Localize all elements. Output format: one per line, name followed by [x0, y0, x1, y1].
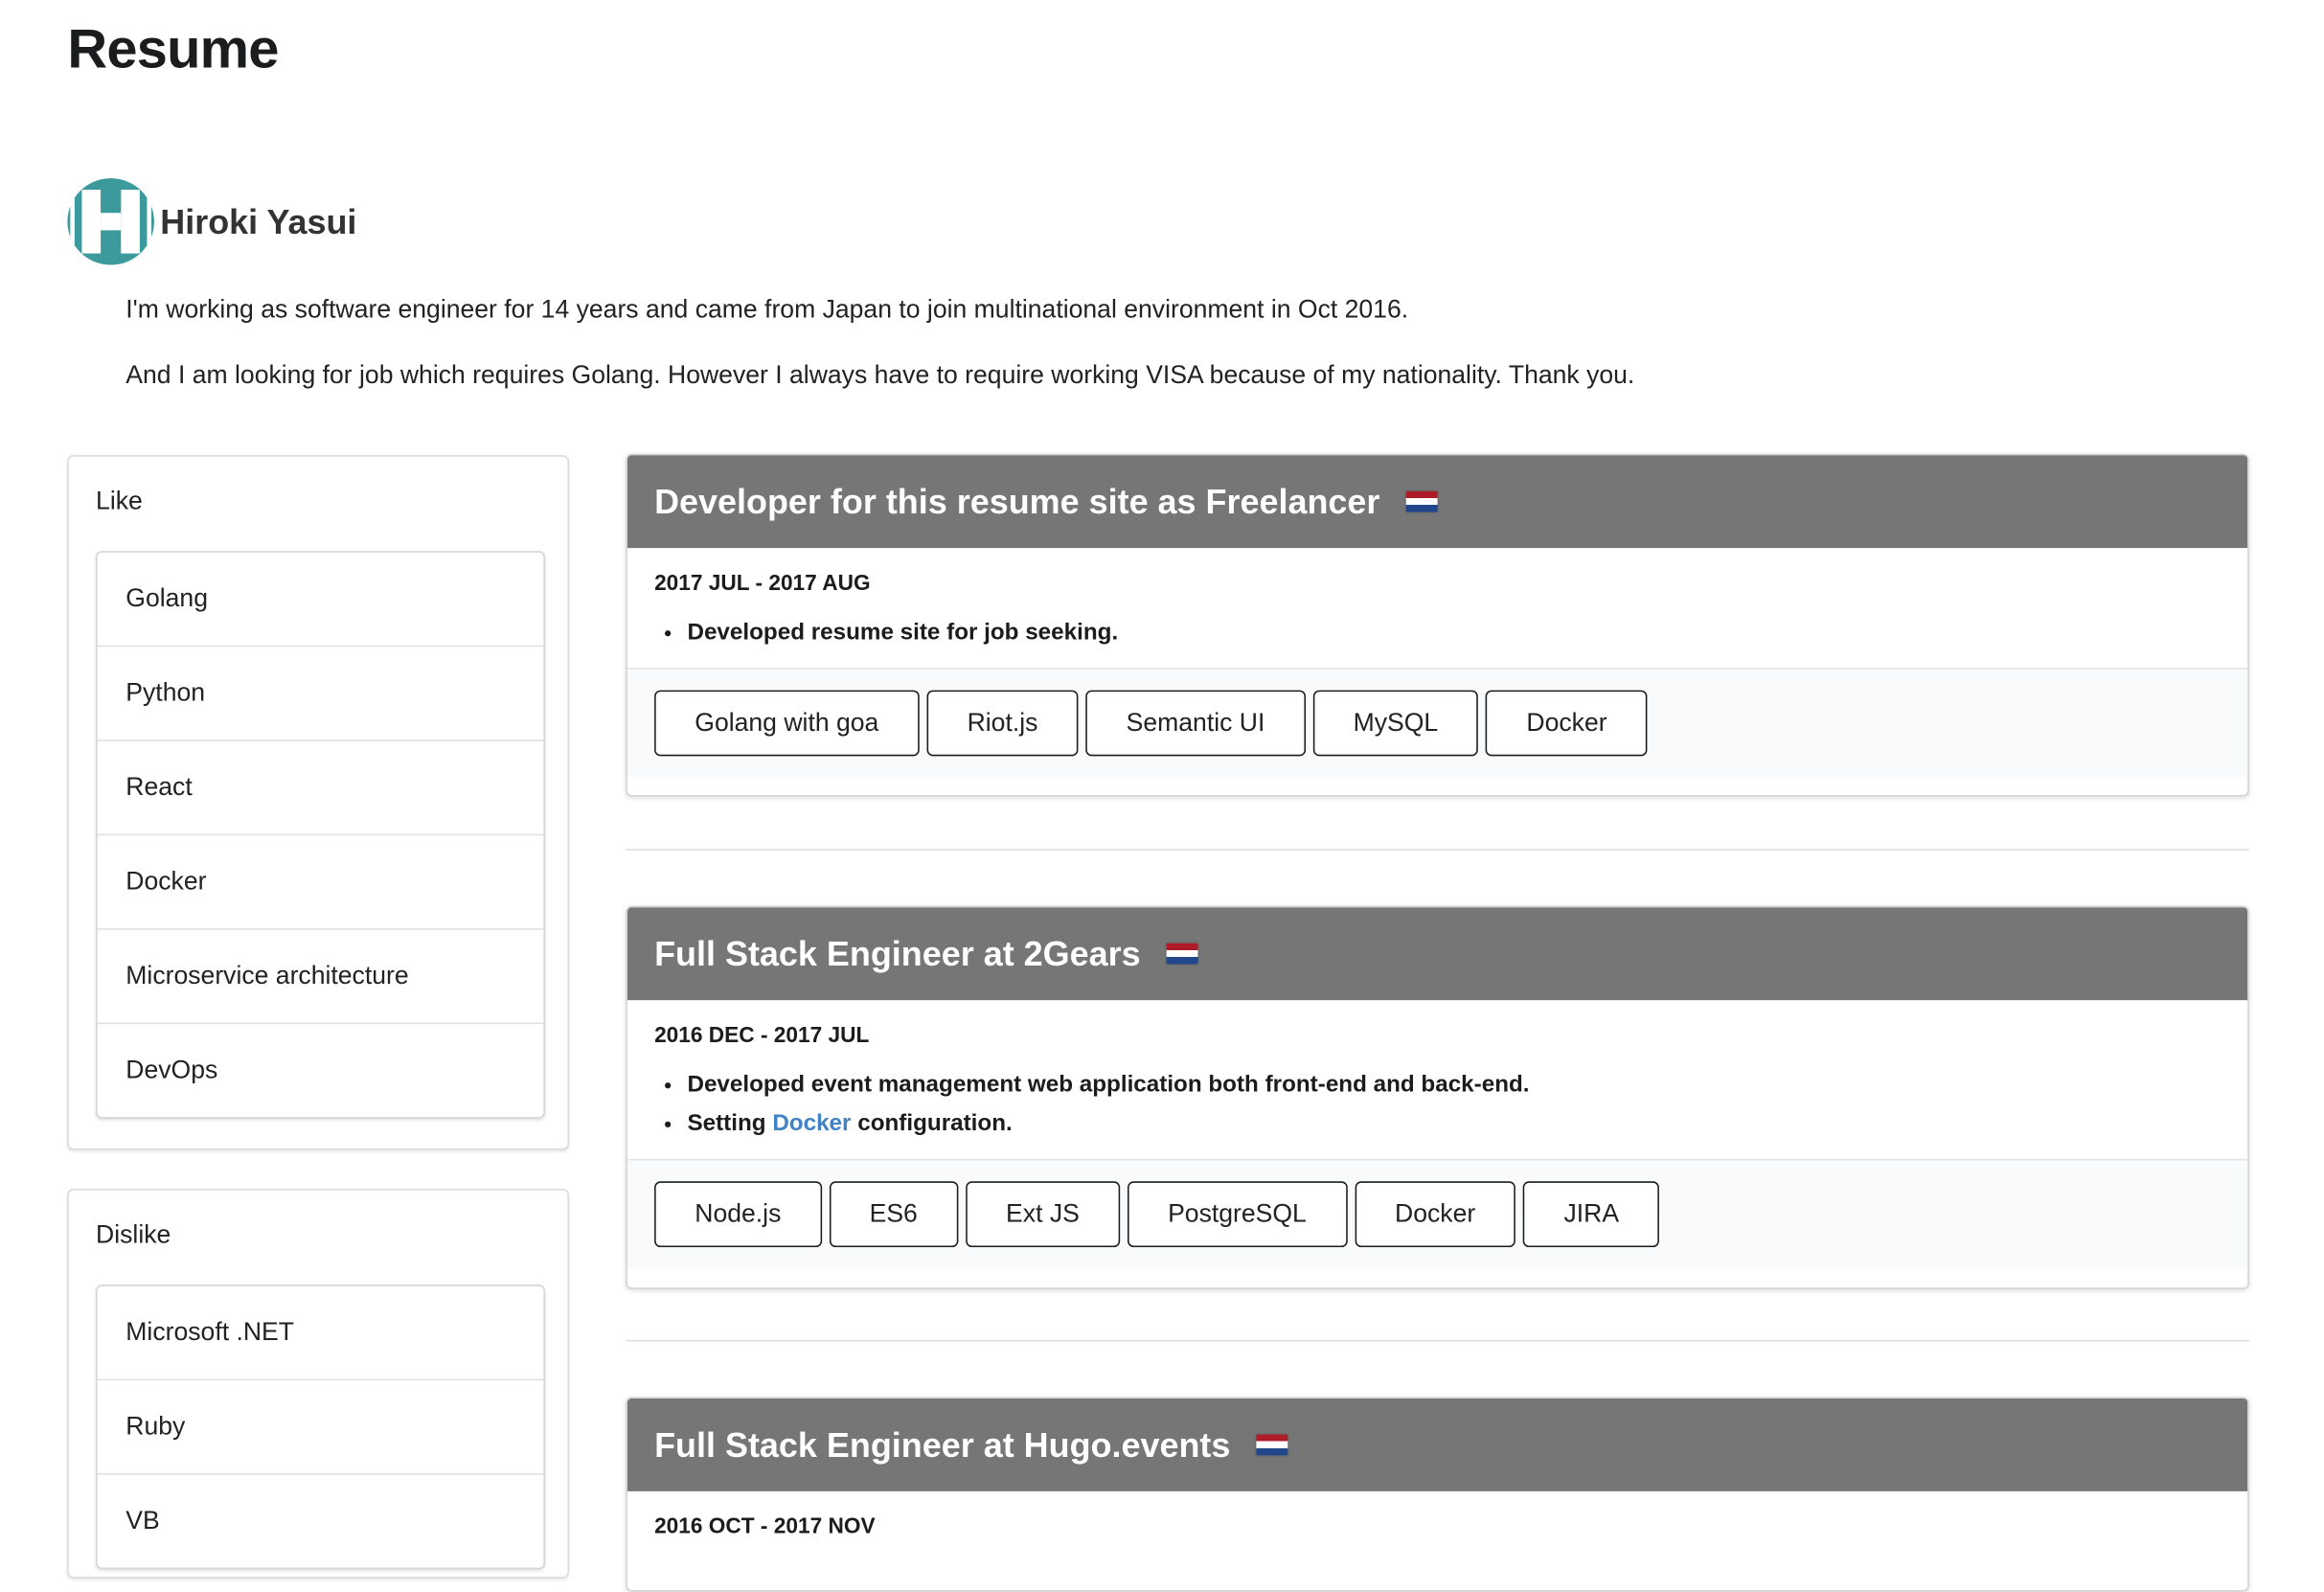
tech-tag[interactable]: JIRA — [1523, 1181, 1660, 1248]
like-item[interactable]: DevOps — [97, 1022, 544, 1117]
avatar — [67, 178, 154, 265]
job-point-suffix: configuration. — [857, 1110, 1013, 1137]
netherlands-flag-icon — [1404, 490, 1437, 512]
like-item[interactable]: Docker — [97, 833, 544, 928]
job-header: Developer for this resume site as Freela… — [627, 455, 2248, 549]
netherlands-flag-icon — [1255, 1434, 1287, 1456]
job-point-prefix: Setting — [687, 1110, 766, 1137]
dislike-item[interactable]: VB — [97, 1473, 544, 1567]
like-title: Like — [96, 487, 143, 515]
docker-link[interactable]: Docker — [772, 1111, 851, 1137]
like-list: Golang Python React Docker Microservice … — [96, 551, 545, 1119]
dislike-item[interactable]: Microsoft .NET — [98, 1286, 544, 1379]
page: Resume Hiroki Yasui I'm working as softw… — [0, 0, 2324, 1592]
job-points: Developed event management web applicati… — [654, 1066, 2221, 1144]
job-point: Developed resume site for job seeking. — [687, 614, 2221, 653]
dislike-title: Dislike — [96, 1219, 171, 1249]
job-point: Developed event management web applicati… — [687, 1066, 2221, 1105]
like-item[interactable]: React — [97, 739, 544, 833]
tech-tag[interactable]: Golang with goa — [654, 690, 920, 757]
intro-paragraph: And I am looking for job which requires … — [125, 360, 1635, 390]
tech-tag[interactable]: PostgreSQL — [1127, 1181, 1348, 1248]
dislike-list: Microsoft .NET Ruby VB — [96, 1285, 545, 1570]
intro-paragraph: I'm working as software engineer for 14 … — [125, 294, 1409, 324]
like-item[interactable]: Golang — [98, 553, 544, 646]
divider — [626, 849, 2249, 851]
job-header: Full Stack Engineer at Hugo.events — [627, 1398, 2248, 1491]
job-tags: Golang with goa Riot.js Semantic UI MySQ… — [627, 668, 2248, 778]
job-title: Developer for this resume site as Freela… — [654, 481, 1380, 521]
tech-tag[interactable]: Docker — [1486, 690, 1648, 757]
tech-tag[interactable]: Docker — [1354, 1181, 1516, 1248]
page-title: Resume — [67, 17, 279, 80]
job-card: Developer for this resume site as Freela… — [626, 453, 2249, 797]
like-item[interactable]: Microservice architecture — [97, 928, 544, 1022]
job-period: 2016 OCT - 2017 NOV — [654, 1514, 876, 1539]
tech-tag[interactable]: MySQL — [1312, 690, 1479, 757]
job-points: Developed resume site for job seeking. — [654, 614, 2221, 653]
like-section: Like Golang Python React Docker Microser… — [67, 455, 569, 1150]
job-body: 2017 JUL - 2017 AUG Developed resume sit… — [627, 548, 2247, 668]
tech-tag[interactable]: Node.js — [654, 1181, 822, 1248]
job-tags: Node.js ES6 Ext JS PostgreSQL Docker JIR… — [627, 1158, 2248, 1268]
tech-tag[interactable]: Semantic UI — [1085, 690, 1306, 757]
like-item[interactable]: Python — [97, 645, 544, 739]
job-title: Full Stack Engineer at 2Gears — [654, 933, 1141, 973]
job-card: Full Stack Engineer at 2Gears 2016 DEC -… — [626, 905, 2249, 1289]
dislike-item[interactable]: Ruby — [97, 1378, 544, 1473]
job-header: Full Stack Engineer at 2Gears — [627, 907, 2248, 1001]
job-point: Setting Docker configuration. — [687, 1105, 2221, 1145]
tech-tag[interactable]: ES6 — [829, 1181, 959, 1248]
divider — [626, 1339, 2249, 1342]
job-card: Full Stack Engineer at Hugo.events 2016 … — [626, 1397, 2249, 1592]
netherlands-flag-icon — [1166, 943, 1197, 965]
job-body: 2016 OCT - 2017 NOV — [627, 1491, 2247, 1555]
profile-header: Hiroki Yasui — [67, 176, 356, 266]
job-body: 2016 DEC - 2017 JUL Developed event mana… — [627, 1000, 2247, 1159]
job-period: 2016 DEC - 2017 JUL — [654, 1024, 870, 1049]
profile-name: Hiroki Yasui — [160, 201, 357, 240]
dislike-section: Dislike Microsoft .NET Ruby VB — [67, 1189, 569, 1579]
job-period: 2017 JUL - 2017 AUG — [654, 572, 871, 597]
tech-tag[interactable]: Ext JS — [965, 1181, 1121, 1248]
job-title: Full Stack Engineer at Hugo.events — [654, 1424, 1231, 1464]
tech-tag[interactable]: Riot.js — [926, 690, 1079, 757]
